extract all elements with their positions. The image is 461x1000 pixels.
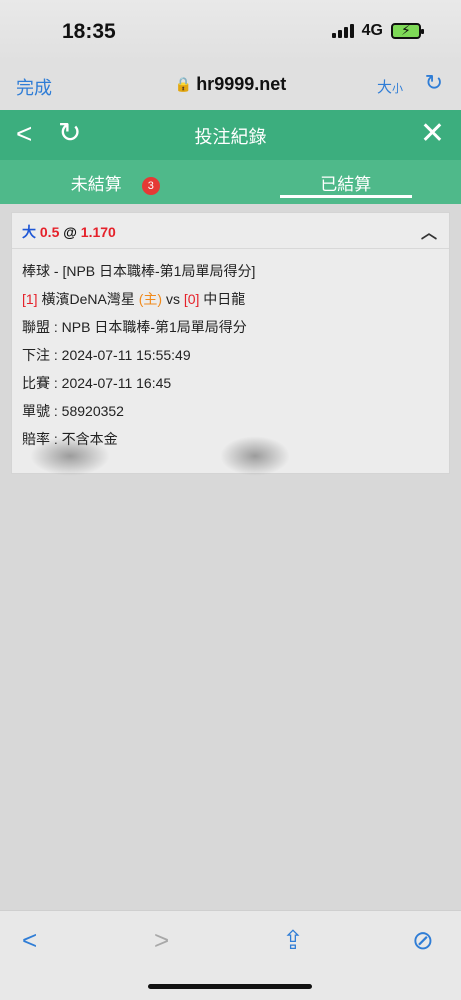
status-bar: 18:35 4G ⚡ xyxy=(0,0,461,62)
bet-line: 0.5 xyxy=(39,224,60,240)
chevron-up-icon[interactable]: ︿ xyxy=(421,219,437,243)
bet-selection: 大 xyxy=(22,224,36,240)
bet-sport-line: 棒球 - [NPB 日本職棒-第1局單局得分] xyxy=(22,263,256,279)
close-icon[interactable]: ✕ xyxy=(420,116,445,151)
reload-icon[interactable]: ↻ xyxy=(425,70,443,96)
battery-icon: ⚡ xyxy=(391,22,424,39)
bet-match-line: [1] 橫濱DeNA灣星 (主) vs [0] 中日龍 xyxy=(22,289,439,317)
away-team: 中日龍 xyxy=(203,291,246,307)
away-score: [0] xyxy=(183,291,200,307)
lock-icon: 🔒 xyxy=(174,76,193,92)
tab-bar: 未結算 3 已結算 xyxy=(0,160,461,204)
status-indicators: 4G ⚡ xyxy=(331,22,424,40)
text-size-big: 大 xyxy=(376,79,392,96)
home-team: 橫濱DeNA灣星 xyxy=(41,291,135,307)
text-size-button[interactable]: 大小 xyxy=(377,76,403,97)
bet-card-body: 棒球 - [NPB 日本職棒-第1局單局得分] [1] 橫濱DeNA灣星 (主)… xyxy=(12,249,449,457)
redaction-smudge xyxy=(30,436,110,476)
signal-icon xyxy=(331,24,354,38)
ticket-number: 單號 : 58920352 xyxy=(22,403,124,419)
text-size-small: 小 xyxy=(392,83,403,95)
bet-record-card: 大 0.5 @ 1.170 ︿ 棒球 - [NPB 日本職棒-第1局單局得分] … xyxy=(11,212,450,474)
tab-unsettled-label: 未結算 xyxy=(70,175,122,194)
app-header: < ↻ 投注紀錄 ✕ xyxy=(0,110,461,160)
home-marker: (主) xyxy=(138,291,163,307)
bet-league: 聯盟 : NPB 日本職棒-第1局單局得分 xyxy=(22,319,247,335)
tab-settled[interactable]: 已結算 xyxy=(231,160,461,204)
bet-odds: 1.170 xyxy=(80,224,116,240)
network-type: 4G xyxy=(361,22,383,39)
status-time: 18:35 xyxy=(62,20,116,43)
bet-time: 下注 : 2024-07-11 15:55:49 xyxy=(22,347,191,363)
compass-icon[interactable]: ⊘ xyxy=(412,925,434,956)
vs-label: vs xyxy=(165,291,180,307)
redaction-smudge xyxy=(220,436,290,476)
bet-card-header[interactable]: 大 0.5 @ 1.170 ︿ xyxy=(12,213,449,249)
browser-bar: 完成 🔒 hr9999.net 大小 ↻ xyxy=(0,62,461,110)
share-icon[interactable]: ⇪ xyxy=(282,925,304,956)
match-time: 比賽 : 2024-07-11 16:45 xyxy=(22,375,172,391)
url-text: hr9999.net xyxy=(196,74,287,94)
tab-settled-label: 已結算 xyxy=(320,175,372,194)
tab-unsettled[interactable]: 未結算 3 xyxy=(0,160,231,204)
bet-at: @ xyxy=(63,224,77,240)
page-title: 投注紀錄 xyxy=(194,127,267,147)
home-indicator xyxy=(148,984,312,989)
browser-forward-icon[interactable]: > xyxy=(154,925,169,956)
home-score: [1] xyxy=(22,291,38,307)
unsettled-count-badge: 3 xyxy=(141,177,160,195)
browser-back-icon[interactable]: < xyxy=(22,925,37,956)
